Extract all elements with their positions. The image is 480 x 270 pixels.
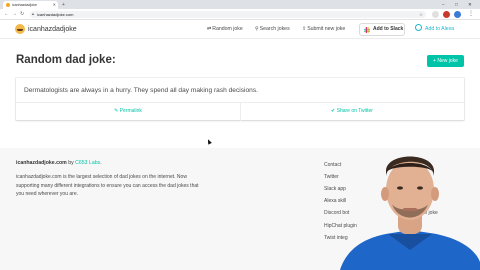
new-joke-label: New joke <box>437 58 458 64</box>
nav-submit-joke[interactable]: ⇪Submit new joke <box>302 24 345 35</box>
alexa-button-label: Add to Alexa <box>425 26 455 32</box>
footer-by: by <box>68 160 74 166</box>
favicon-icon <box>6 3 10 7</box>
shuffle-icon: ⇄ <box>207 26 212 32</box>
webcam-overlay <box>340 156 480 270</box>
card-footer: ✎ Permalink ✔ Share on Twitter <box>16 102 464 121</box>
footer-link-twitter[interactable]: Twitter <box>324 173 339 181</box>
permalink-label: Permalink <box>119 108 142 114</box>
mouse-cursor <box>206 138 212 145</box>
slack-icon <box>364 27 370 33</box>
alexa-icon <box>415 24 422 31</box>
logo-icon[interactable] <box>15 24 25 34</box>
nav-label: Random joke <box>212 26 243 32</box>
slack-button-label: Add to Slack <box>373 26 404 32</box>
minimize-button[interactable]: – <box>442 0 445 9</box>
lock-icon: 🔒︎ <box>32 12 34 16</box>
nav-label: Search jokes <box>259 26 290 32</box>
footer-by-suffix: . <box>100 160 102 166</box>
new-tab-button[interactable]: + <box>62 1 65 9</box>
close-window-button[interactable]: ✕ <box>468 0 472 9</box>
footer-by-link[interactable]: C653 Labs <box>75 160 100 166</box>
nav-random-joke[interactable]: ⇄Random joke <box>207 24 243 35</box>
menu-icon[interactable]: ⋮ <box>468 9 474 20</box>
tab-title: icanhazdadjoke <box>12 3 37 7</box>
footer-title: icanhazdadjoke.com by C653 Labs. <box>16 159 102 167</box>
twitter-label: Share on Twitter <box>336 108 373 114</box>
add-to-slack-button[interactable]: Add to Slack <box>359 23 405 36</box>
extension-icon[interactable] <box>443 11 450 18</box>
permalink-link[interactable]: ✎ Permalink <box>16 103 240 120</box>
star-icon[interactable]: ☆ <box>419 11 423 18</box>
reload-icon[interactable]: ↻ <box>20 9 24 20</box>
nav-label: Submit new joke <box>307 26 346 32</box>
back-icon[interactable]: ← <box>4 9 9 20</box>
new-joke-button[interactable]: + New joke <box>427 55 464 67</box>
close-tab-icon[interactable]: ✕ <box>53 1 56 9</box>
profile-avatar[interactable] <box>454 11 461 18</box>
footer-link-contact[interactable]: Contact <box>324 161 341 169</box>
url-text: icanhazdadjoke.com <box>37 12 74 17</box>
browser-tab-bar: icanhazdadjoke ✕ + – □ ✕ <box>0 0 480 9</box>
browser-toolbar: ← → ↻ 🔒︎ icanhazdadjoke.com ☆ ⋮ <box>0 9 480 20</box>
brand-name[interactable]: icanhazdadjoke <box>28 24 77 35</box>
site-navbar: icanhazdadjoke ⇄Random joke ⚲Search joke… <box>0 20 480 39</box>
share-icon: ⇪ <box>302 26 307 32</box>
search-icon: ⚲ <box>255 26 259 32</box>
joke-card: Dermatologists are always in a hurry. Th… <box>16 78 464 121</box>
maximize-button[interactable]: □ <box>455 0 458 9</box>
page-title: Random dad joke: <box>16 54 116 66</box>
footer-site-name: icanhazdadjoke.com <box>16 160 67 166</box>
nav-search-jokes[interactable]: ⚲Search jokes <box>255 24 290 35</box>
joke-text: Dermatologists are always in a hurry. Th… <box>24 87 258 94</box>
share-twitter-link[interactable]: ✔ Share on Twitter <box>240 103 464 120</box>
extension-icon[interactable] <box>432 11 439 18</box>
address-bar[interactable]: 🔒︎ icanhazdadjoke.com ☆ <box>30 11 426 18</box>
footer-description: icanhazdadjoke.com is the largest select… <box>16 174 199 197</box>
forward-icon[interactable]: → <box>12 9 17 20</box>
add-to-alexa-button[interactable]: Add to Alexa <box>415 23 454 36</box>
browser-tab[interactable]: icanhazdadjoke ✕ <box>3 1 58 9</box>
